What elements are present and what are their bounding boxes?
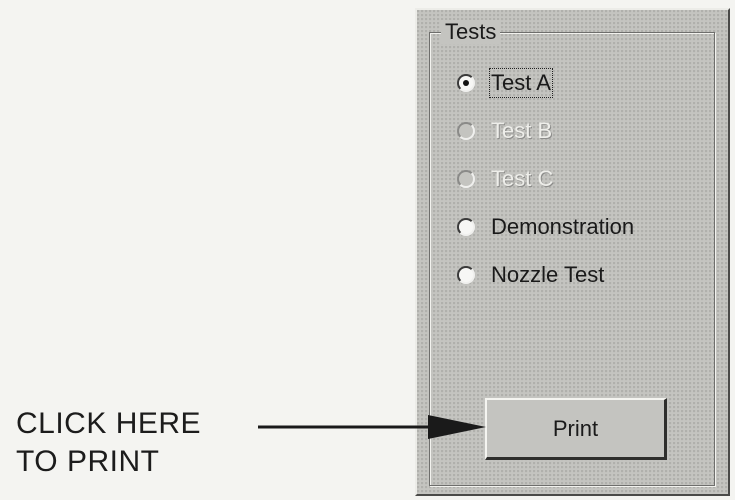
radio-option-test-c: Test C [457,162,553,196]
callout-line-1: CLICK HERE [16,407,202,440]
tests-group-title: Tests [441,20,501,44]
radio-label-nozzle-test: Nozzle Test [491,262,605,287]
callout-line-2: TO PRINT [16,445,160,478]
radio-option-test-a[interactable]: Test A [457,66,553,100]
radio-label-test-b: Test B [491,118,553,143]
callout-text: CLICK HERE TO PRINT [16,405,201,481]
print-button[interactable]: Print [485,398,667,460]
radio-button-test-b [457,122,475,140]
radio-button-demonstration[interactable] [457,218,475,236]
radio-button-nozzle-test[interactable] [457,266,475,284]
radio-option-nozzle-test[interactable]: Nozzle Test [457,258,604,292]
radio-label-test-c: Test C [491,166,554,191]
radio-label-demonstration: Demonstration [491,214,635,239]
radio-option-demonstration[interactable]: Demonstration [457,210,634,244]
radio-button-test-c [457,170,475,188]
arrow-right-icon [258,415,486,439]
radio-option-test-b: Test B [457,114,552,148]
radio-label-test-a: Test A [489,68,553,98]
radio-button-test-a[interactable] [457,74,475,92]
